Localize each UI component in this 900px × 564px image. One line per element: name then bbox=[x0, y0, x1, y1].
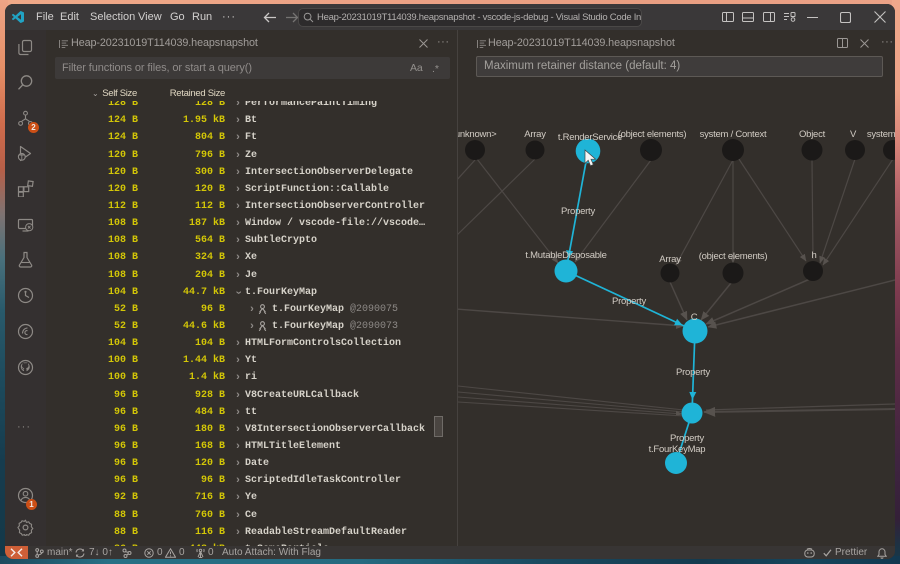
svg-text:V: V bbox=[850, 129, 857, 140]
svg-text:t.FourKeyMap: t.FourKeyMap bbox=[649, 444, 706, 455]
svg-text:system / Context: system / Context bbox=[700, 129, 767, 140]
svg-text:Property: Property bbox=[561, 206, 595, 217]
svg-text:t.MutableDisposable: t.MutableDisposable bbox=[525, 250, 606, 261]
svg-text:Object: Object bbox=[799, 129, 826, 140]
svg-text:Array: Array bbox=[659, 254, 681, 265]
svg-text:t.RenderService: t.RenderService bbox=[558, 132, 622, 143]
svg-text:Property: Property bbox=[670, 433, 704, 444]
svg-text:h: h bbox=[811, 250, 816, 261]
svg-text:C: C bbox=[691, 312, 698, 323]
svg-text:Array: Array bbox=[524, 129, 546, 140]
svg-text:<unknown>: <unknown> bbox=[458, 129, 497, 140]
svg-text:Property: Property bbox=[676, 367, 710, 378]
svg-text:system / C: system / C bbox=[867, 129, 895, 140]
svg-text:(object elements): (object elements) bbox=[618, 129, 687, 140]
svg-text:(object elements): (object elements) bbox=[699, 251, 768, 262]
svg-text:Property: Property bbox=[612, 296, 646, 307]
